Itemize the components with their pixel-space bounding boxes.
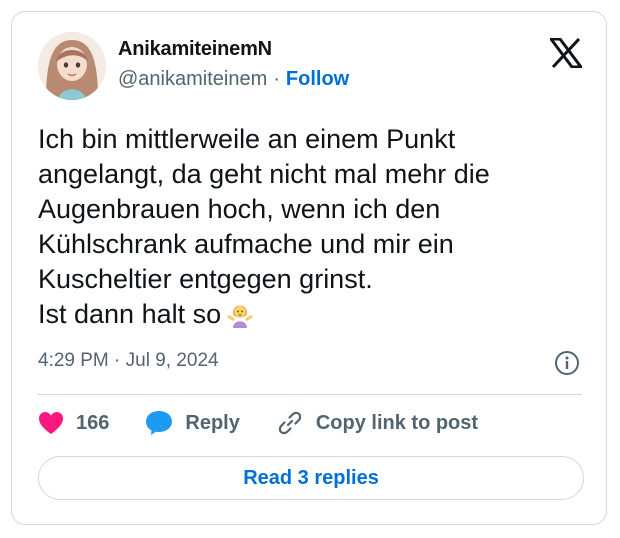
divider: [38, 394, 582, 395]
copy-link-label: Copy link to post: [315, 411, 479, 434]
tweet-line: Ich bin mittlerweile an einem Punkt: [38, 124, 456, 154]
separator-dot: ·: [273, 68, 280, 90]
tweet-embed-card: AnikamiteinemN @anikamiteinem · Follow I…: [11, 11, 607, 525]
author-handle-row: @anikamiteinem · Follow: [118, 68, 349, 91]
author-handle[interactable]: @anikamiteinem: [118, 68, 267, 91]
link-icon: [278, 411, 302, 435]
like-count: 166: [76, 411, 110, 434]
follow-button[interactable]: Follow: [286, 68, 349, 91]
tweet-line: Kuscheltier entgegen grinst.: [38, 264, 373, 294]
person-shrugging-emoji: [225, 299, 255, 338]
reply-label: Reply: [185, 411, 240, 434]
x-logo-icon[interactable]: [548, 37, 584, 69]
tweet-text: Ich bin mittlerweile an einem Punkt ange…: [38, 122, 598, 338]
tweet-line: Kühlschrank aufmache und mir ein: [38, 229, 454, 259]
info-icon[interactable]: [554, 350, 580, 376]
like-button[interactable]: 166: [38, 411, 109, 435]
copy-link-button[interactable]: Copy link to post: [276, 409, 478, 437]
tweet-last-line: Ist dann halt so: [38, 297, 598, 338]
read-replies-button[interactable]: Read 3 replies: [38, 456, 584, 500]
tweet-line: Ist dann halt so: [38, 299, 222, 329]
tweet-timestamp[interactable]: 4:29 PM · Jul 9, 2024: [38, 350, 219, 372]
speech-bubble-icon: [146, 411, 173, 435]
author-display-name[interactable]: AnikamiteinemN: [118, 38, 272, 61]
heart-icon: [39, 412, 63, 434]
avatar[interactable]: [38, 32, 106, 100]
tweet-line: Augenbrauen hoch, wenn ich den: [38, 194, 441, 224]
tweet-line: angelangt, da geht nicht mal mehr die: [38, 159, 490, 189]
reply-button[interactable]: Reply: [145, 410, 240, 436]
action-bar: 166 Reply Copy link to post: [38, 408, 514, 438]
